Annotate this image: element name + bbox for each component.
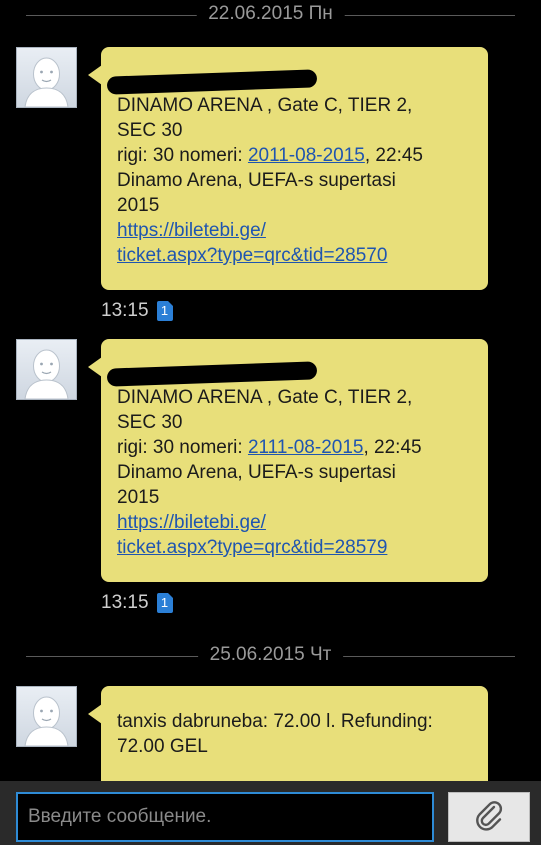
ticket-link[interactable]: https://biletebi.ge/ [117,510,472,535]
message-line: 2015 [117,487,160,508]
message-input[interactable] [16,792,434,842]
date-link[interactable]: 2111-08-2015 [248,437,364,458]
message-line: tanxis dabruneba: 72.00 l. Refunding: [117,711,433,732]
sim-icon: 1 [156,593,173,613]
message-line: DINAMO ARENA , Gate C, TIER 2, [117,387,413,408]
message-line: DINAMO ARENA , Gate C, TIER 2, [117,95,413,116]
attach-button[interactable] [448,792,530,842]
date-separator: 25.06.2015 Чт [26,641,515,671]
message-bubble[interactable]: DINAMO ARENA , Gate C, TIER 2, SEC 30 ri… [88,339,488,582]
date-label: 25.06.2015 Чт [197,644,344,666]
avatar-icon[interactable] [16,47,77,108]
ticket-link[interactable]: https://biletebi.ge/ [117,218,472,243]
rigi-prefix: rigi: 30 nomeri: [117,145,248,166]
message-bubble[interactable]: DINAMO ARENA , Gate C, TIER 2, SEC 30 ri… [88,47,488,290]
message-time: 13:15 [101,592,149,613]
message-line: rigi: 30 nomeri: 2011-08-2015, 22:45 [117,143,472,168]
message-line: Dinamo Arena, UEFA-s supertasi [117,462,396,483]
message-line: 2015 [117,195,160,216]
rigi-suffix: , 22:45 [363,437,422,458]
message-line: 72.00 GEL [117,736,208,757]
ticket-link[interactable]: ticket.aspx?type=qrc&tid=28570 [117,243,472,268]
redacted-sender [106,361,318,387]
message-line: SEC 30 [117,412,183,433]
rigi-suffix: , 22:45 [364,145,423,166]
ticket-link[interactable]: ticket.aspx?type=qrc&tid=28579 [117,535,472,560]
message-meta: 13:15 1 [101,300,173,322]
date-label: 22.06.2015 Пн [196,3,345,25]
message-time: 13:15 [101,300,149,321]
avatar-icon[interactable] [16,686,77,747]
paperclip-icon [472,798,506,837]
redacted-sender [106,69,318,95]
date-separator: 22.06.2015 Пн [26,0,515,30]
message-meta: 13:15 1 [101,592,173,614]
sim-icon: 1 [156,301,173,321]
rigi-prefix: rigi: 30 nomeri: [117,437,248,458]
message-line: Dinamo Arena, UEFA-s supertasi [117,170,396,191]
date-link[interactable]: 2011-08-2015 [248,145,365,166]
avatar-icon[interactable] [16,339,77,400]
message-line: rigi: 30 nomeri: 2111-08-2015, 22:45 [117,435,472,460]
composer-bar [0,781,541,845]
message-bubble[interactable]: tanxis dabruneba: 72.00 l. Refunding: 72… [88,686,488,781]
message-line: SEC 30 [117,120,183,141]
